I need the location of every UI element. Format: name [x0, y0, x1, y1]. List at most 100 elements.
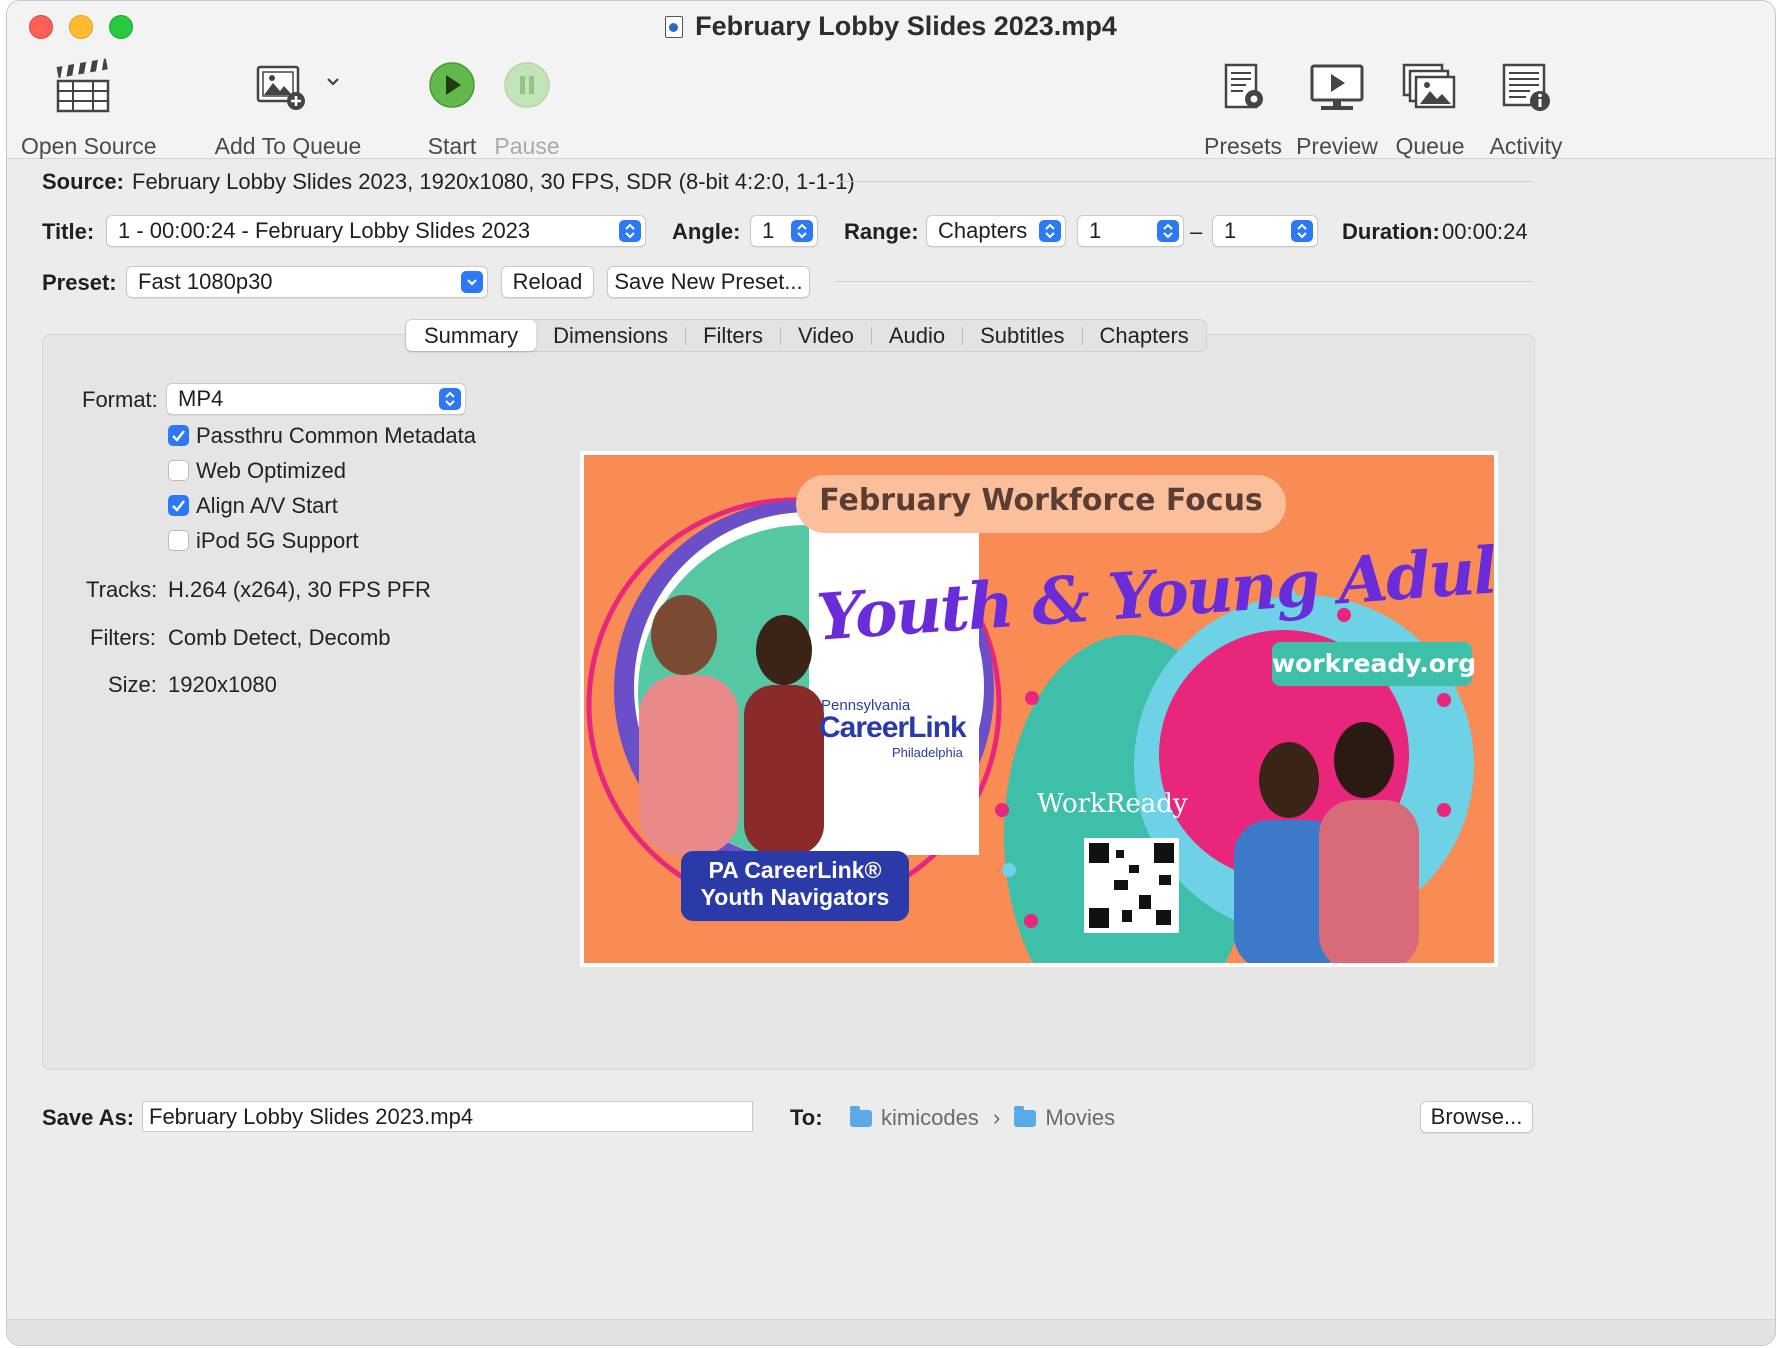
web-optimized-label: Web Optimized	[196, 458, 346, 483]
filters-value: Comb Detect, Decomb	[168, 625, 391, 650]
add-to-queue-label: Add To Queue	[214, 133, 362, 159]
pause-label: Pause	[494, 133, 560, 159]
angle-label: Angle:	[672, 219, 741, 244]
preview-thumbnail[interactable]: February Workforce Focus Youth & Young A…	[580, 451, 1498, 967]
clapperboard-icon	[56, 58, 110, 113]
tab-dimensions[interactable]: Dimensions	[536, 320, 685, 351]
format-label: Format:	[82, 387, 158, 412]
preview-label: Preview	[1296, 133, 1378, 159]
range-end-select[interactable]: 1	[1212, 215, 1318, 247]
queue-button[interactable]: Queue	[1391, 57, 1469, 160]
select-arrows-icon	[1291, 220, 1313, 242]
handbrake-window: February Lobby Slides 2023.mp4 Open Sour…	[6, 0, 1776, 1346]
title-select-value: 1 - 00:00:24 - February Lobby Slides 202…	[118, 218, 531, 243]
document-icon	[665, 16, 684, 38]
range-type-select[interactable]: Chapters	[926, 215, 1066, 247]
tracks-value: H.264 (x264), 30 FPS PFR	[168, 577, 431, 602]
slide-url: workready.org	[1272, 649, 1477, 678]
select-arrows-icon	[439, 388, 461, 410]
slide-badge-line2: Youth Navigators	[700, 884, 890, 910]
tab-filters[interactable]: Filters	[686, 320, 780, 351]
align-av-start-checkbox[interactable]	[168, 495, 189, 516]
preview-frame: February Workforce Focus Youth & Young A…	[584, 455, 1494, 963]
slide-badge: PA CareerLink® Youth Navigators	[681, 857, 909, 911]
checkmark-icon	[172, 500, 185, 512]
duration-label: Duration:	[1342, 219, 1440, 244]
range-dash: –	[1190, 219, 1203, 244]
pause-button[interactable]: Pause	[487, 57, 567, 160]
title-label: Title:	[42, 219, 95, 244]
passthru-metadata-checkbox[interactable]	[168, 425, 189, 446]
filters-label: Filters:	[90, 625, 156, 650]
range-start-select[interactable]: 1	[1077, 215, 1184, 247]
queue-label: Queue	[1395, 133, 1465, 159]
window-title-text: February Lobby Slides 2023.mp4	[695, 11, 1117, 41]
chevron-down-icon	[327, 78, 339, 86]
tab-chapters[interactable]: Chapters	[1083, 320, 1206, 351]
format-select[interactable]: MP4	[166, 383, 466, 415]
range-label: Range:	[844, 219, 919, 244]
chevron-down-icon	[461, 271, 483, 293]
angle-select[interactable]: 1	[750, 215, 818, 247]
size-label: Size:	[108, 672, 157, 697]
tracks-label: Tracks:	[86, 577, 158, 602]
title-select[interactable]: 1 - 00:00:24 - February Lobby Slides 202…	[106, 215, 646, 247]
path-separator-icon: ›	[992, 1105, 1001, 1130]
slide-logo-city: Philadelphia	[892, 745, 963, 760]
open-source-label: Open Source	[21, 133, 157, 159]
range-type-value: Chapters	[938, 218, 1028, 243]
ipod-5g-label: iPod 5G Support	[196, 528, 359, 553]
slide-workready: WorkReady	[1037, 789, 1188, 819]
presets-icon	[1224, 63, 1263, 109]
tab-subtitles[interactable]: Subtitles	[963, 320, 1081, 351]
activity-log-icon	[1502, 63, 1550, 111]
slide-logo-main: CareerLink	[819, 711, 967, 744]
range-start-value: 1	[1089, 218, 1102, 243]
save-new-preset-button[interactable]: Save New Preset...	[607, 266, 810, 298]
add-to-queue-button[interactable]: Add To Queue	[213, 57, 363, 160]
separator	[835, 281, 1533, 282]
pause-icon	[504, 62, 550, 108]
ipod-5g-checkbox[interactable]	[168, 530, 189, 551]
add-photo-icon	[256, 65, 339, 110]
source-value: February Lobby Slides 2023, 1920x1080, 3…	[132, 169, 855, 194]
save-as-label: Save As:	[42, 1105, 135, 1130]
duration-value: 00:00:24	[1442, 219, 1528, 244]
activity-button[interactable]: Activity	[1481, 57, 1571, 160]
browse-button[interactable]: Browse...	[1420, 1101, 1533, 1133]
reload-button[interactable]: Reload	[501, 266, 594, 298]
start-button[interactable]: Start	[413, 57, 491, 160]
presets-label: Presets	[1204, 133, 1282, 159]
destination-path[interactable]: kimicodes › Movies	[850, 1105, 1115, 1131]
save-as-input[interactable]: February Lobby Slides 2023.mp4	[142, 1101, 753, 1132]
start-label: Start	[427, 133, 477, 159]
tab-summary[interactable]: Summary	[406, 320, 537, 351]
window-title: February Lobby Slides 2023.mp4	[7, 11, 1775, 42]
select-arrows-icon	[791, 220, 813, 242]
status-strip	[7, 1319, 1775, 1345]
to-label: To:	[790, 1105, 823, 1130]
play-icon	[429, 62, 475, 108]
path-home: kimicodes	[881, 1105, 979, 1130]
preset-select[interactable]: Fast 1080p30	[126, 266, 488, 298]
folder-icon	[1014, 1106, 1037, 1127]
preset-label: Preset:	[42, 270, 117, 295]
web-optimized-checkbox[interactable]	[168, 460, 189, 481]
select-arrows-icon	[1157, 220, 1179, 242]
tab-video[interactable]: Video	[781, 320, 871, 351]
toolbar: February Lobby Slides 2023.mp4 Open Sour…	[7, 1, 1775, 159]
tab-bar: Summary Dimensions Filters Video Audio S…	[405, 319, 1207, 352]
select-arrows-icon	[1039, 220, 1061, 242]
open-source-button[interactable]: Open Source	[21, 57, 157, 160]
preview-button[interactable]: Preview	[1295, 57, 1379, 160]
presets-button[interactable]: Presets	[1201, 57, 1285, 160]
checkmark-icon	[172, 430, 185, 442]
select-arrows-icon	[619, 220, 641, 242]
passthru-metadata-label: Passthru Common Metadata	[196, 423, 477, 448]
tab-audio[interactable]: Audio	[872, 320, 962, 351]
preset-select-value: Fast 1080p30	[138, 269, 273, 294]
separator	[837, 181, 1533, 182]
path-folder: Movies	[1045, 1105, 1116, 1130]
size-value: 1920x1080	[168, 672, 277, 697]
queue-stack-icon	[1402, 63, 1456, 109]
